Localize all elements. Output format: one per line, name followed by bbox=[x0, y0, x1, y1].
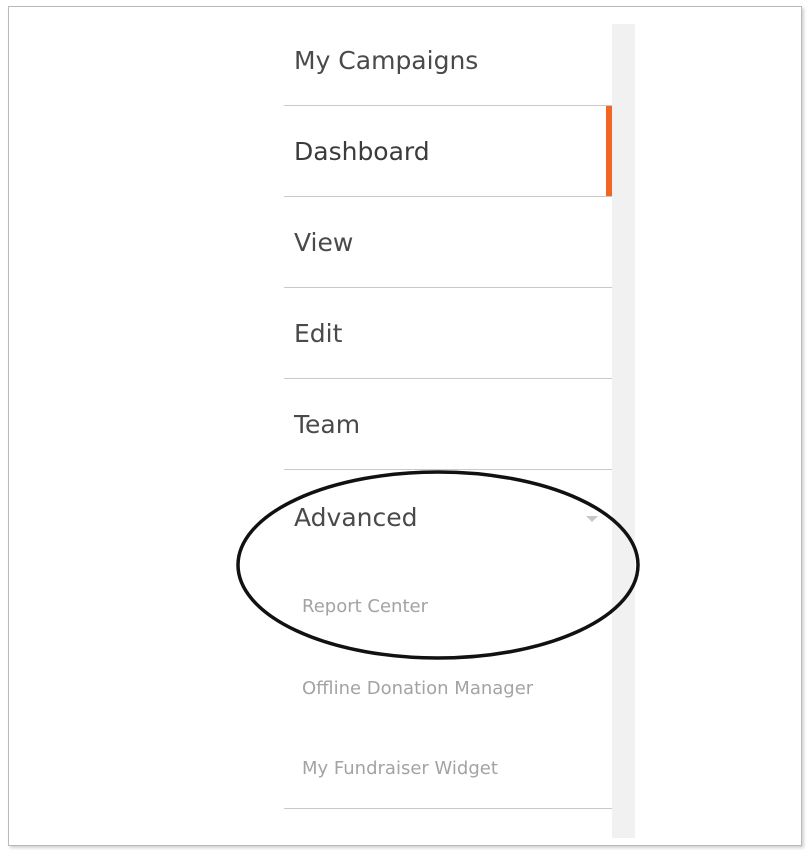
submenu-item-offline-donation-manager[interactable]: Offline Donation Manager bbox=[284, 647, 612, 729]
submenu-item-label: My Fundraiser Widget bbox=[302, 758, 498, 779]
menu-item-view[interactable]: View bbox=[284, 197, 612, 288]
menu-item-edit[interactable]: Edit bbox=[284, 288, 612, 379]
submenu-item-label: Report Center bbox=[302, 595, 428, 617]
scrollbar-track[interactable] bbox=[612, 24, 635, 838]
caret-down-icon bbox=[586, 516, 598, 522]
menu-item-label: Edit bbox=[294, 318, 343, 348]
menu-item-dashboard[interactable]: Dashboard bbox=[284, 106, 612, 197]
menu-item-advanced[interactable]: Advanced bbox=[284, 470, 612, 565]
menu-item-label: My Campaigns bbox=[294, 46, 479, 75]
menu-item-label: View bbox=[294, 227, 354, 257]
submenu-item-label: Offline Donation Manager bbox=[302, 677, 534, 699]
campaign-sidebar-menu: My Campaigns Dashboard View Edit Team Ad… bbox=[284, 16, 612, 809]
active-indicator bbox=[606, 106, 612, 196]
menu-item-label: Team bbox=[294, 409, 361, 439]
menu-item-my-campaigns[interactable]: My Campaigns bbox=[284, 16, 612, 106]
menu-item-label: Dashboard bbox=[294, 136, 430, 166]
submenu-item-my-fundraiser-widget[interactable]: My Fundraiser Widget bbox=[284, 729, 612, 809]
submenu-item-report-center[interactable]: Report Center bbox=[284, 565, 612, 647]
menu-item-team[interactable]: Team bbox=[284, 379, 612, 470]
menu-item-label: Advanced bbox=[294, 503, 418, 532]
